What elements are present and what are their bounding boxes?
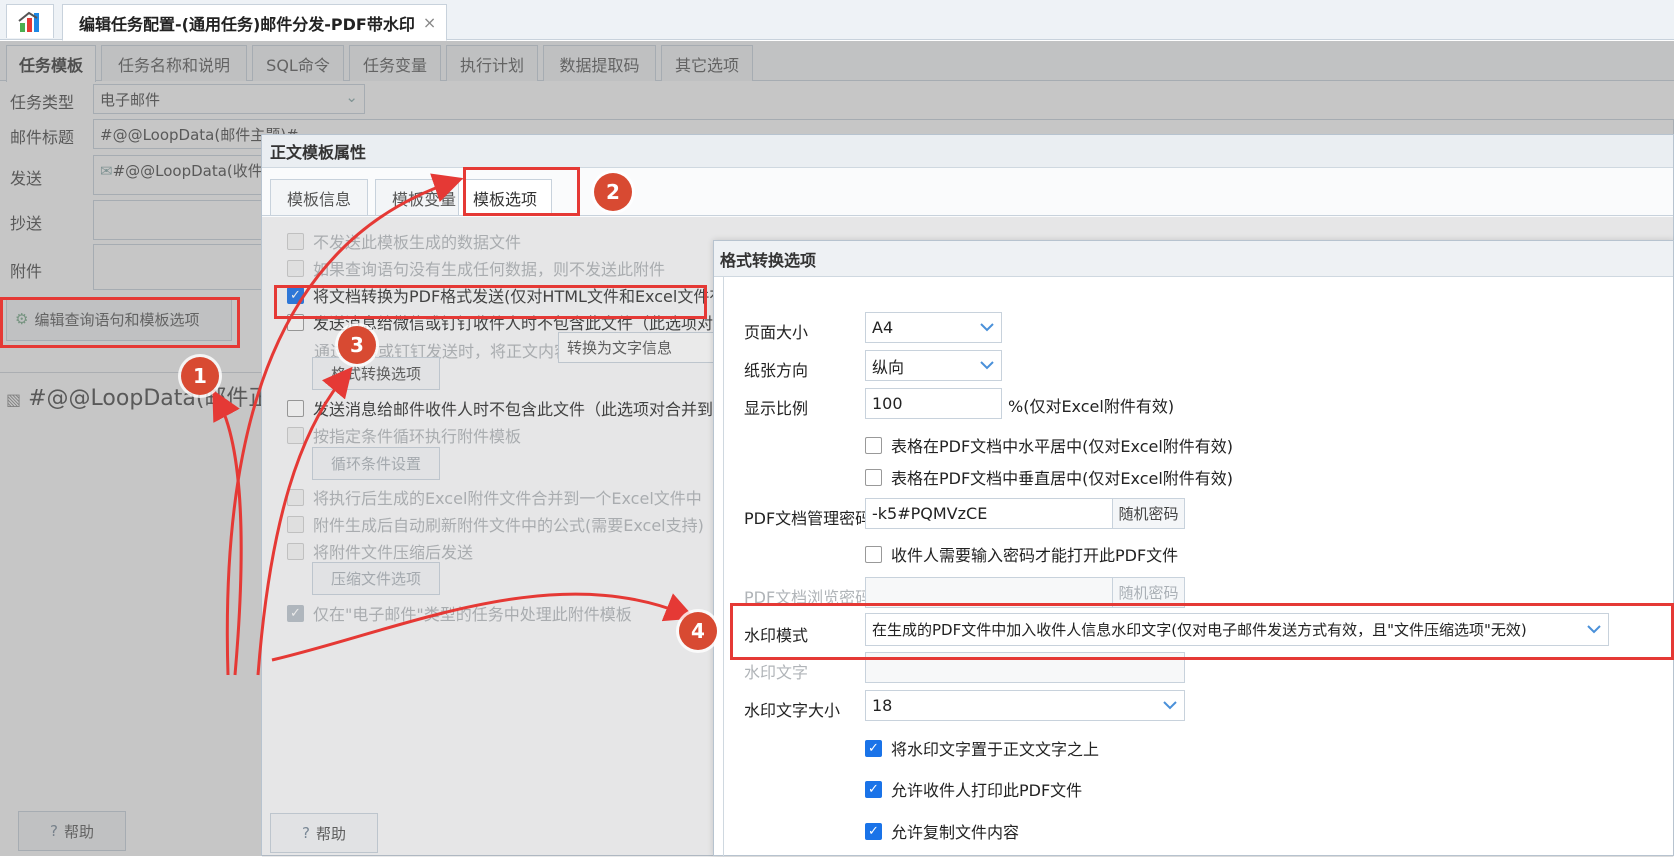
admin-password-label: PDF文档管理密码 (744, 509, 872, 528)
tab-edit-task-config[interactable]: 编辑任务配置-(通用任务)邮件分发-PDF带水印 × (62, 4, 447, 41)
highlight-template-options-tab (463, 167, 580, 216)
random-password-button[interactable]: 随机密码 (1112, 498, 1185, 529)
checkbox-checked[interactable]: ✓ (865, 780, 882, 798)
annotation-badge-1: 1 (181, 357, 219, 395)
format-options-dialog: 格式转换选项 页面大小 A4 纸张方向 纵向 显示比例 100 %(仅对Exce… (713, 240, 1674, 857)
highlight-edit-query (0, 297, 240, 348)
page-size-select[interactable]: A4 (865, 312, 1002, 343)
annotation-badge-2: 2 (594, 173, 632, 211)
dialog-title: 正文模板属性 (262, 135, 1673, 168)
option-center-v[interactable]: 表格在PDF文档中垂直居中(仅对Excel附件有效) (865, 465, 1233, 489)
annotation-badge-3: 3 (338, 326, 376, 364)
close-icon[interactable]: × (423, 13, 436, 32)
scale-input[interactable]: 100 (865, 388, 1002, 419)
option-label: 将水印文字置于正文文字之上 (891, 740, 1100, 759)
option-allow-print[interactable]: ✓ 允许收件人打印此PDF文件 (865, 777, 1082, 801)
option-allow-copy[interactable]: ✓ 允许复制文件内容 (865, 819, 1019, 843)
app-logo-icon (6, 4, 54, 38)
option-center-h[interactable]: 表格在PDF文档中水平居中(仅对Excel附件有效) (865, 433, 1233, 457)
checkbox[interactable] (865, 436, 882, 454)
page-size-value: A4 (872, 318, 894, 337)
orientation-value: 纵向 (872, 357, 905, 377)
top-tab-strip: 编辑任务配置-(通用任务)邮件分发-PDF带水印 × (0, 0, 1674, 41)
checkbox[interactable] (865, 468, 882, 486)
chevron-down-icon (973, 313, 1001, 342)
highlight-convert-pdf (274, 285, 707, 319)
annotation-badge-4: 4 (679, 612, 717, 650)
watermark-size-value: 18 (872, 696, 893, 715)
scale-label: 显示比例 (744, 399, 809, 418)
dialog-body: 页面大小 A4 纸张方向 纵向 显示比例 100 %(仅对Excel附件有效) … (723, 277, 1674, 857)
page-size-label: 页面大小 (744, 323, 809, 342)
tab-title: 编辑任务配置-(通用任务)邮件分发-PDF带水印 (79, 14, 415, 34)
watermark-text-label: 水印文字 (744, 663, 809, 682)
watermark-size-select[interactable]: 18 (865, 690, 1185, 721)
chevron-down-icon (1156, 691, 1184, 720)
checkbox-checked[interactable]: ✓ (865, 739, 882, 757)
tab-template-info[interactable]: 模板信息 (270, 179, 368, 215)
checkbox[interactable] (865, 545, 882, 563)
watermark-size-label: 水印文字大小 (744, 701, 841, 720)
scale-hint: %(仅对Excel附件有效) (1008, 397, 1175, 416)
dialog-title: 格式转换选项 (714, 241, 1673, 277)
admin-password-input[interactable]: -k5#PQMVzCE (865, 498, 1113, 529)
highlight-watermark-mode (730, 603, 1674, 660)
option-label: 允许收件人打印此PDF文件 (891, 781, 1083, 800)
option-above-text[interactable]: ✓ 将水印文字置于正文文字之上 (865, 736, 1099, 760)
orientation-label: 纸张方向 (744, 361, 809, 380)
option-label: 表格在PDF文档中水平居中(仅对Excel附件有效) (891, 437, 1234, 456)
option-require-password[interactable]: 收件人需要输入密码才能打开此PDF文件 (865, 542, 1178, 566)
orientation-select[interactable]: 纵向 (865, 350, 1002, 381)
chevron-down-icon (973, 351, 1001, 380)
option-label: 表格在PDF文档中垂直居中(仅对Excel附件有效) (891, 469, 1234, 488)
checkbox-checked[interactable]: ✓ (865, 822, 882, 840)
option-label: 允许复制文件内容 (891, 823, 1020, 842)
option-label: 收件人需要输入密码才能打开此PDF文件 (891, 546, 1179, 565)
